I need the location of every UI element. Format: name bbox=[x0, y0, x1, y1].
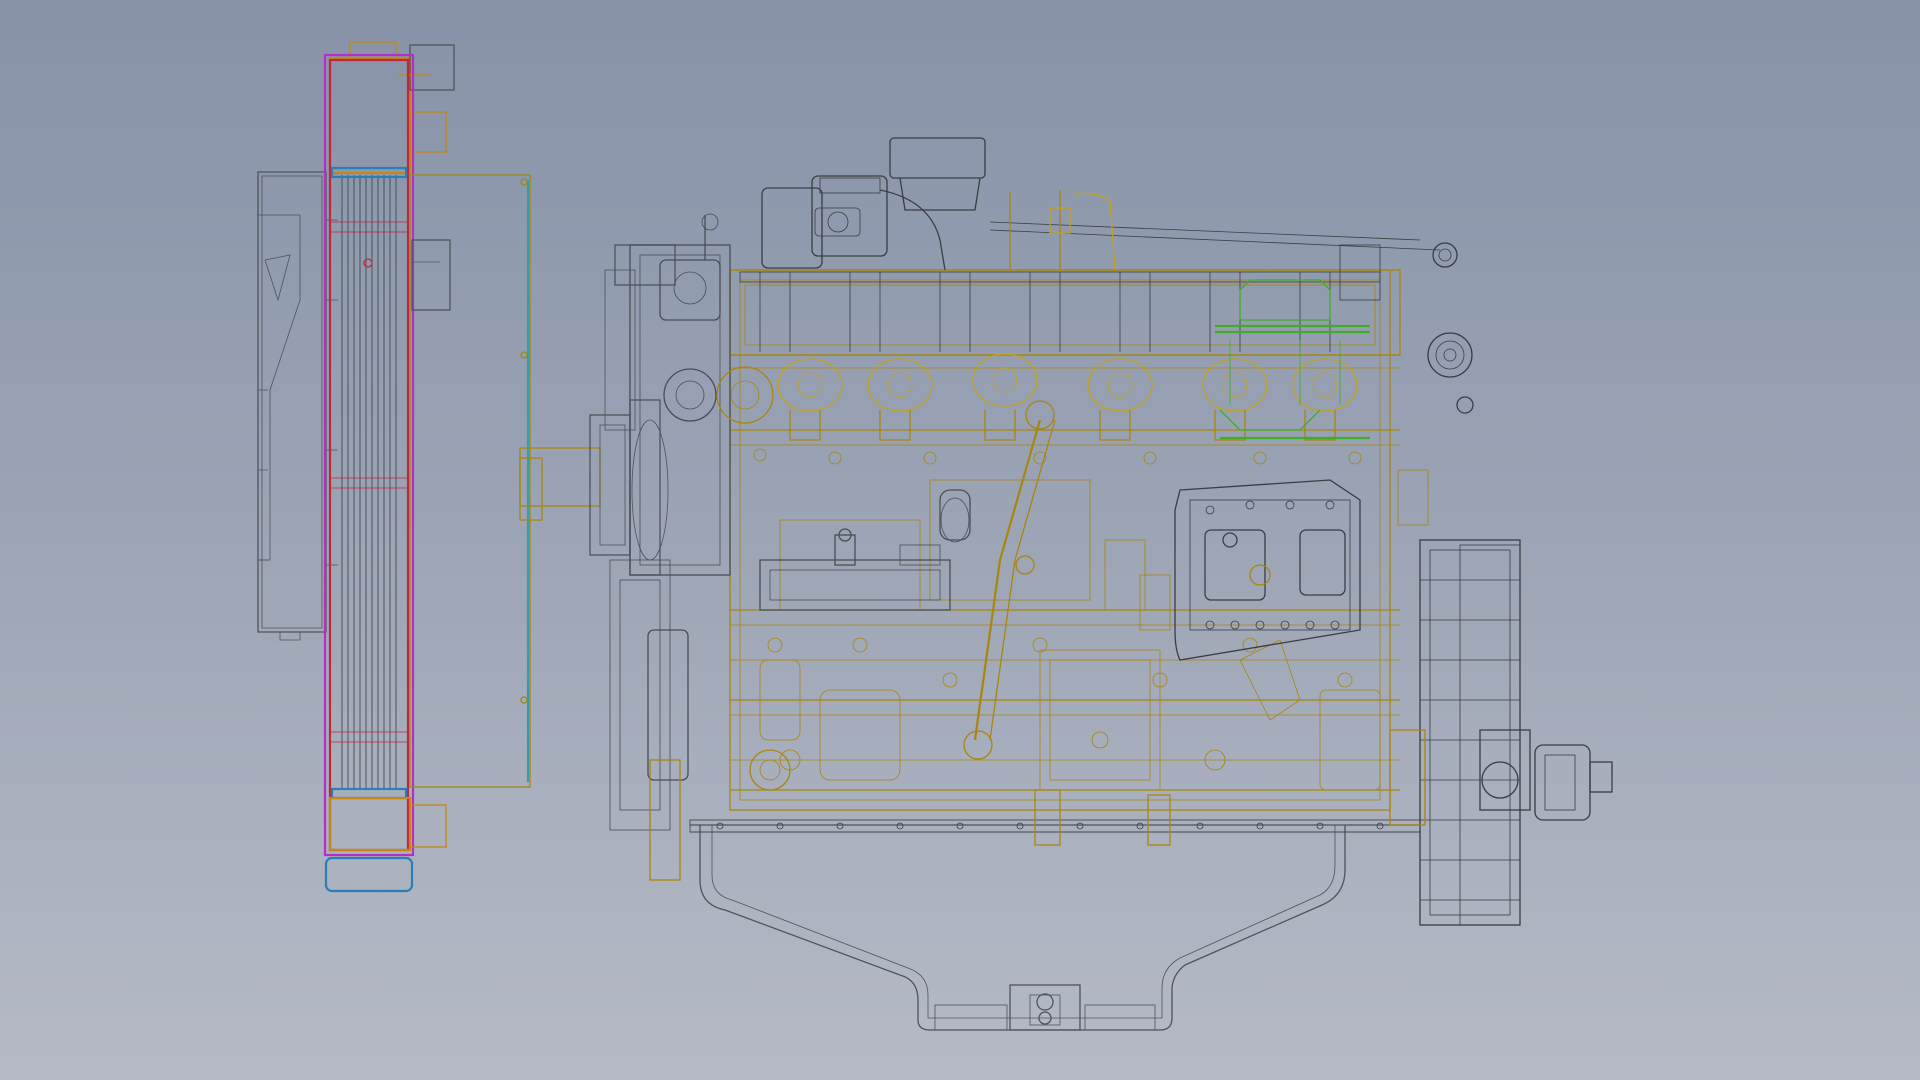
cad-viewport[interactable] bbox=[0, 0, 1920, 1080]
flywheel-housing bbox=[1389, 332, 1613, 926]
control-module bbox=[1174, 479, 1361, 661]
turbocharger bbox=[761, 137, 1458, 301]
radiator bbox=[323, 41, 455, 893]
timing-cover bbox=[609, 213, 791, 881]
front-pulley bbox=[519, 244, 676, 576]
oil-pan bbox=[690, 824, 1420, 1031]
engine bbox=[689, 269, 1421, 846]
fuel-pump bbox=[759, 400, 1056, 760]
engine-assembly-drawing bbox=[257, 41, 1613, 1031]
fan-ring bbox=[409, 174, 531, 788]
